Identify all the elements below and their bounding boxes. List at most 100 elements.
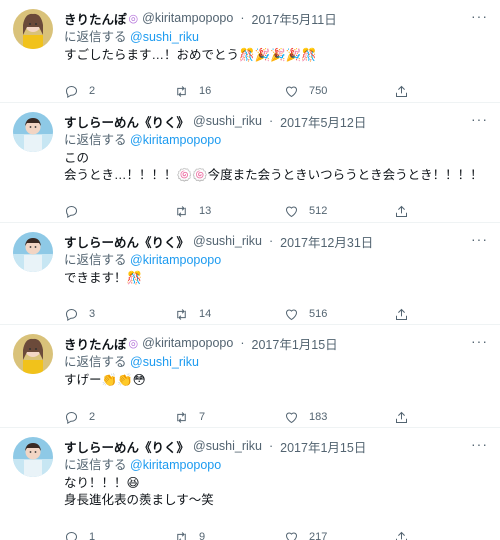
spiral-badge-icon: ◎: [128, 337, 139, 350]
tweet[interactable]: きりたんぽ ◎ @kiritampopopo · 2017年1月15日 ··· …: [0, 325, 500, 428]
avatar[interactable]: [13, 437, 53, 477]
separator-dot: ·: [240, 336, 245, 350]
share-icon: [396, 308, 407, 320]
reply-mention-link[interactable]: @sushi_riku: [130, 30, 199, 44]
separator-dot: ·: [268, 234, 274, 248]
display-name[interactable]: すしらーめん《りく》: [64, 232, 189, 251]
reply-context: に返信する @sushi_riku: [64, 28, 488, 46]
like-count: 183: [309, 411, 328, 423]
more-icon[interactable]: ···: [471, 334, 488, 348]
heart-icon: [285, 412, 298, 423]
tweet-date[interactable]: 2017年1月15日: [280, 437, 366, 456]
tweet-text-line: すげー👏👏😳: [64, 373, 146, 387]
tweet-text: すごしたらます…！おめでとう🎊🎉🎉🎉🎊: [64, 47, 488, 64]
tweet-text-line: なり！！！😆: [64, 476, 140, 490]
avatar[interactable]: [13, 334, 53, 374]
avatar[interactable]: [13, 112, 53, 152]
retweet-count: 14: [199, 308, 212, 320]
reply-count: 2: [89, 85, 96, 97]
retweet-icon: [177, 205, 186, 217]
tweet-text-line: できます！🎊: [64, 271, 143, 285]
reply-button[interactable]: 2: [64, 84, 174, 99]
more-icon[interactable]: ···: [471, 112, 488, 126]
more-icon[interactable]: ···: [471, 232, 488, 246]
display-name[interactable]: すしらーめん《りく》: [64, 112, 189, 131]
avatar[interactable]: [13, 232, 53, 272]
avatar[interactable]: [13, 9, 53, 49]
share-button[interactable]: [394, 530, 424, 540]
like-button[interactable]: 217: [284, 530, 394, 540]
tweet[interactable]: すしらーめん《りく》 @sushi_riku · 2017年1月15日 ··· …: [0, 428, 500, 540]
reply-mention-link[interactable]: @kiritampopopo: [130, 253, 221, 267]
reply-prefix: に返信する: [64, 458, 127, 472]
user-handle[interactable]: @kiritampopopo: [142, 336, 233, 350]
like-button[interactable]: 183: [284, 410, 394, 425]
reply-button[interactable]: 1: [64, 530, 174, 540]
reply-mention-link[interactable]: @kiritampopopo: [130, 458, 221, 472]
tweet-text: なり！！！😆 身長進化表の羨ましす〜笑: [64, 475, 488, 509]
retweet-button[interactable]: 9: [174, 530, 284, 540]
display-name[interactable]: きりたんぽ: [64, 334, 127, 353]
share-button[interactable]: [394, 84, 424, 99]
share-button[interactable]: [394, 307, 424, 322]
like-count: 516: [309, 308, 328, 320]
reply-mention-link[interactable]: @kiritampopopo: [130, 133, 221, 147]
retweet-count: 9: [199, 531, 206, 540]
reply-button[interactable]: [64, 204, 174, 219]
tweet-header: すしらーめん《りく》 @sushi_riku · 2017年5月12日: [64, 112, 488, 130]
separator-dot: ·: [268, 439, 274, 453]
more-icon[interactable]: ···: [471, 437, 488, 451]
tweet[interactable]: きりたんぽ ◎ @kiritampopopo · 2017年5月11日 ··· …: [0, 0, 500, 103]
like-button[interactable]: 750: [284, 84, 394, 99]
share-icon: [396, 205, 407, 217]
spiral-badge-icon: ◎: [128, 12, 139, 25]
retweet-count: 7: [199, 411, 206, 423]
tweet[interactable]: すしらーめん《りく》 @sushi_riku · 2017年12月31日 ···…: [0, 223, 500, 325]
reply-prefix: に返信する: [64, 30, 127, 44]
reply-button[interactable]: 3: [64, 307, 174, 322]
tweet-text: すげー👏👏😳: [64, 372, 488, 389]
display-name[interactable]: すしらーめん《りく》: [64, 437, 189, 456]
tweet-date[interactable]: 2017年5月12日: [280, 112, 366, 131]
like-count: 512: [309, 205, 328, 217]
separator-dot: ·: [240, 11, 245, 25]
tweet-content: きりたんぽ ◎ @kiritampopopo · 2017年1月15日 ··· …: [64, 334, 488, 424]
user-handle[interactable]: @sushi_riku: [193, 114, 262, 128]
retweet-icon: [177, 531, 186, 540]
more-icon[interactable]: ···: [471, 9, 488, 23]
retweet-button[interactable]: 7: [174, 410, 284, 425]
tweet-date[interactable]: 2017年12月31日: [280, 232, 373, 251]
tweet-text: この 会うとき…！！！！🍥🍥今度また会うときいつらうとき会うとき！！！！: [64, 150, 488, 184]
display-name[interactable]: きりたんぽ: [64, 9, 127, 28]
tweet-text-line: 会うとき…！！！！🍥🍥今度また会うときいつらうとき会うとき！！！！: [64, 168, 483, 182]
user-handle[interactable]: @sushi_riku: [193, 234, 262, 248]
tweet-content: きりたんぽ ◎ @kiritampopopo · 2017年5月11日 ··· …: [64, 9, 488, 98]
retweet-button[interactable]: 14: [174, 307, 284, 322]
user-handle[interactable]: @sushi_riku: [193, 439, 262, 453]
tweet-content: すしらーめん《りく》 @sushi_riku · 2017年5月12日 ··· …: [64, 112, 488, 218]
share-icon: [396, 85, 407, 97]
share-button[interactable]: [394, 204, 424, 219]
share-button[interactable]: [394, 410, 424, 425]
tweet-content: すしらーめん《りく》 @sushi_riku · 2017年12月31日 ···…: [64, 232, 488, 321]
retweet-button[interactable]: 13: [174, 204, 284, 219]
tweet-actions: 13 512: [64, 202, 424, 220]
tweet-actions: 3 14 516: [64, 305, 424, 323]
tweet-date[interactable]: 2017年5月11日: [252, 9, 337, 28]
reply-icon: [65, 308, 78, 321]
reply-count: 3: [89, 308, 96, 320]
like-button[interactable]: 512: [284, 204, 394, 219]
tweet-date[interactable]: 2017年1月15日: [252, 334, 338, 353]
user-handle[interactable]: @kiritampopopo: [142, 11, 233, 25]
retweet-button[interactable]: 16: [174, 84, 284, 99]
tweet-text-line: この: [64, 151, 90, 165]
heart-icon: [285, 86, 298, 97]
share-icon: [396, 531, 407, 540]
tweet[interactable]: すしらーめん《りく》 @sushi_riku · 2017年5月12日 ··· …: [0, 103, 500, 223]
retweet-icon: [177, 411, 186, 423]
reply-button[interactable]: 2: [64, 410, 174, 425]
tweet-actions: 1 9 217: [64, 528, 424, 540]
reply-mention-link[interactable]: @sushi_riku: [130, 355, 199, 369]
retweet-icon: [177, 308, 186, 320]
like-button[interactable]: 516: [284, 307, 394, 322]
